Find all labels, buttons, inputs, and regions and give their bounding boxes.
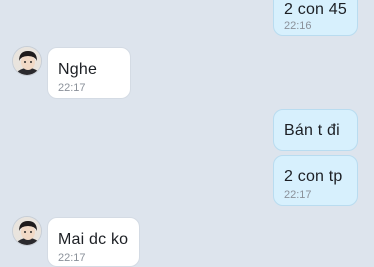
message-text: Mai dc ko (58, 231, 129, 248)
message-text: Bán t đi (284, 122, 340, 139)
message-bubble-received[interactable]: Nghe 22:17 (47, 47, 131, 99)
message-bubble-sent[interactable]: 2 con tp 22:17 (273, 155, 358, 206)
message-timestamp: 22:16 (284, 20, 312, 32)
message-bubble-received[interactable]: Mai dc ko 22:17 (47, 217, 140, 267)
message-timestamp: 22:17 (284, 189, 312, 201)
message-text: 2 con 45 (284, 1, 347, 18)
message-text: 2 con tp (284, 168, 343, 185)
contact-avatar-icon[interactable] (12, 216, 42, 246)
message-bubble-sent[interactable]: Bán t đi (273, 109, 358, 151)
contact-avatar-icon[interactable] (12, 46, 42, 76)
message-timestamp: 22:17 (58, 82, 86, 94)
chat-thread: 2 con 45 22:16 Nghe 22:17 Bán t đi 2 con… (0, 0, 374, 267)
message-bubble-sent[interactable]: 2 con 45 22:16 (273, 0, 358, 36)
message-timestamp: 22:17 (58, 252, 86, 264)
message-text: Nghe (58, 61, 98, 78)
